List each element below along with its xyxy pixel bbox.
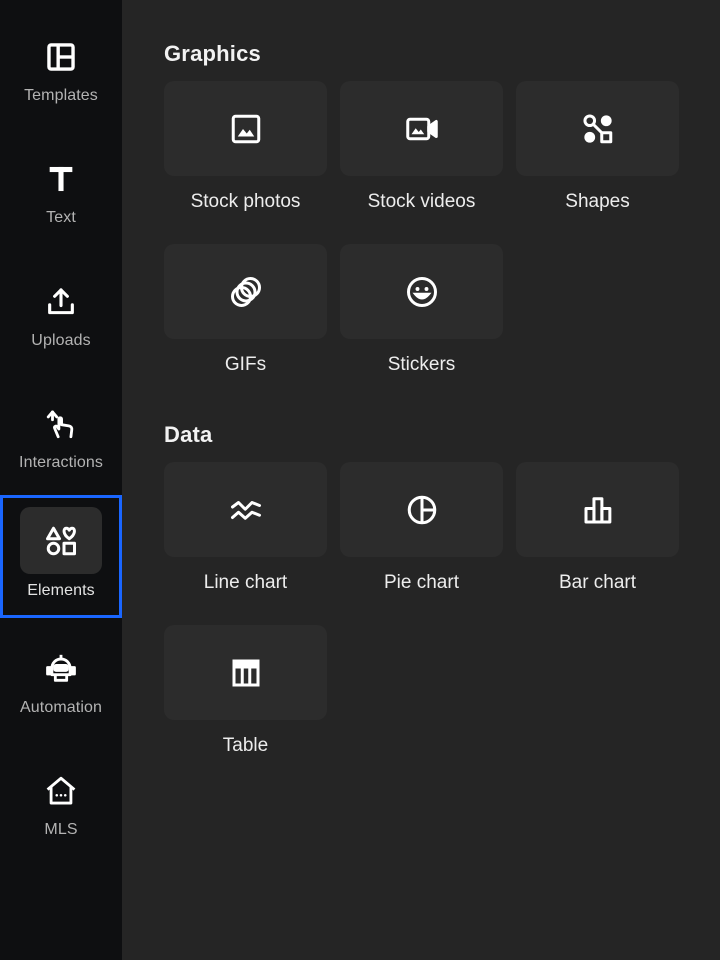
sidebar-item-uploads[interactable]: Uploads (0, 267, 122, 377)
tile-stickers[interactable]: Stickers (340, 244, 503, 376)
tile-label: Line chart (203, 572, 288, 593)
sidebar-item-label: Text (46, 209, 76, 226)
tile-label: Bar chart (558, 572, 637, 593)
graphics-section-title: Graphics (164, 41, 261, 66)
tile-line-chart[interactable]: Line chart (164, 462, 327, 594)
sidebar-item-elements[interactable]: Elements (0, 495, 122, 618)
sidebar-item-text[interactable]: Text (0, 144, 122, 254)
interaction-hand-icon (41, 404, 81, 444)
tile-stock-photos[interactable]: Stock photos (164, 81, 327, 213)
elements-icon (46, 526, 76, 555)
shapes-icon (582, 113, 612, 143)
tile-label: Shapes (565, 191, 630, 212)
sidebar-item-interactions[interactable]: Interactions (0, 389, 122, 499)
upload-icon (41, 282, 81, 322)
data-section-title: Data (164, 422, 213, 447)
tile-bar-chart[interactable]: Bar chart (516, 462, 679, 594)
smiley-icon (406, 276, 437, 307)
robot-icon (41, 649, 81, 689)
tile-label: Table (222, 735, 269, 756)
tile-label: Stock photos (190, 191, 301, 212)
tile-table[interactable]: Table (164, 625, 327, 757)
tile-label: Stock videos (367, 191, 476, 212)
line-chart-icon (230, 500, 261, 520)
sidebar-item-label: MLS (44, 821, 78, 838)
sidebar-item-automation[interactable]: Automation (0, 634, 122, 744)
tile-label: GIFs (224, 354, 267, 375)
bar-chart-icon (584, 496, 611, 523)
image-icon (231, 114, 260, 143)
tile-shapes[interactable]: Shapes (516, 81, 679, 213)
sidebar: Templates Text Uploads Interactions Elem… (0, 0, 122, 960)
video-camera-icon (405, 117, 438, 140)
text-icon (41, 159, 81, 199)
elements-icon-container (20, 507, 102, 574)
sidebar-item-label: Automation (20, 699, 102, 716)
app-window: Templates Text Uploads Interactions Elem… (0, 0, 720, 960)
tile-pie-chart[interactable]: Pie chart (340, 462, 503, 594)
pie-chart-icon (407, 495, 436, 524)
tile-label: Pie chart (384, 572, 459, 593)
sidebar-item-label: Uploads (31, 332, 91, 349)
gif-rings-icon (230, 276, 261, 307)
sidebar-item-label: Elements (27, 582, 95, 599)
house-icon (41, 771, 81, 811)
tile-gifs[interactable]: GIFs (164, 244, 327, 376)
sidebar-item-label: Interactions (19, 454, 103, 471)
sidebar-item-templates[interactable]: Templates (0, 22, 122, 132)
sidebar-item-mls[interactable]: MLS (0, 756, 122, 866)
tile-label: Stickers (387, 354, 456, 375)
templates-icon (41, 37, 81, 77)
sidebar-item-label: Templates (24, 87, 98, 104)
tile-stock-videos[interactable]: Stock videos (340, 81, 503, 213)
table-icon (232, 659, 259, 686)
